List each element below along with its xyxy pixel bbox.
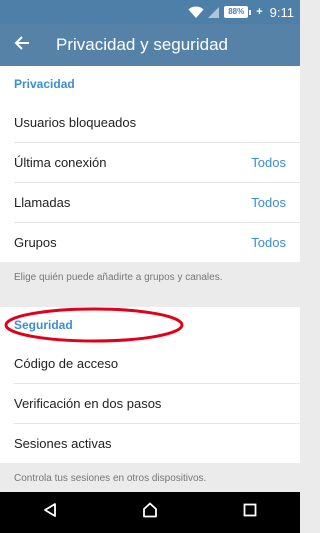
privacy-section: Privacidad Usuarios bloqueados Última co… bbox=[0, 66, 300, 262]
passcode-label: Código de acceso bbox=[14, 355, 119, 371]
back-triangle-icon bbox=[42, 502, 58, 523]
last-seen-value: Todos bbox=[251, 154, 286, 170]
system-nav-bar bbox=[0, 492, 300, 533]
battery-icon: 88% bbox=[224, 6, 252, 18]
nav-home-button[interactable] bbox=[120, 492, 180, 533]
calls-value: Todos bbox=[251, 194, 286, 210]
cellular-signal-icon bbox=[208, 6, 220, 19]
groups-item[interactable]: Grupos Todos bbox=[0, 222, 300, 262]
home-circle-icon bbox=[141, 501, 159, 524]
battery-level: 88% bbox=[224, 6, 249, 18]
last-seen-item[interactable]: Última conexión Todos bbox=[0, 142, 300, 182]
app-bar: Privacidad y seguridad bbox=[0, 24, 300, 66]
settings-list: Privacidad Usuarios bloqueados Última co… bbox=[0, 66, 300, 492]
wifi-icon bbox=[188, 6, 204, 19]
last-seen-label: Última conexión bbox=[14, 154, 107, 170]
page-title: Privacidad y seguridad bbox=[56, 35, 228, 54]
section-divider bbox=[0, 295, 300, 307]
security-header: Seguridad bbox=[14, 318, 73, 332]
recents-square-icon bbox=[242, 502, 258, 523]
privacy-header: Privacidad bbox=[14, 77, 75, 91]
active-sessions-item[interactable]: Sesiones activas bbox=[0, 423, 300, 463]
two-step-verification-item[interactable]: Verificación en dos pasos bbox=[0, 383, 300, 423]
passcode-item[interactable]: Código de acceso bbox=[0, 343, 300, 383]
charging-icon: + bbox=[256, 6, 263, 18]
back-button[interactable] bbox=[0, 24, 44, 66]
security-note: Controla tus sesiones en otros dispositi… bbox=[14, 473, 207, 484]
blocked-users-label: Usuarios bloqueados bbox=[14, 114, 137, 130]
nav-recents-button[interactable] bbox=[220, 492, 280, 533]
groups-value: Todos bbox=[251, 234, 286, 250]
two-step-verification-label: Verificación en dos pasos bbox=[14, 395, 162, 411]
privacy-note: Elige quién puede añadirte a grupos y ca… bbox=[14, 272, 223, 283]
calls-item[interactable]: Llamadas Todos bbox=[0, 182, 300, 222]
status-bar: 88% + 9:11 bbox=[0, 0, 300, 24]
status-time: 9:11 bbox=[269, 4, 294, 20]
security-section: Seguridad Código de acceso Verificación … bbox=[0, 307, 300, 463]
nav-back-button[interactable] bbox=[20, 492, 80, 533]
active-sessions-label: Sesiones activas bbox=[14, 435, 112, 451]
groups-label: Grupos bbox=[14, 234, 57, 250]
arrow-back-icon bbox=[14, 35, 30, 56]
calls-label: Llamadas bbox=[14, 194, 71, 210]
blocked-users-item[interactable]: Usuarios bloqueados bbox=[0, 102, 300, 142]
